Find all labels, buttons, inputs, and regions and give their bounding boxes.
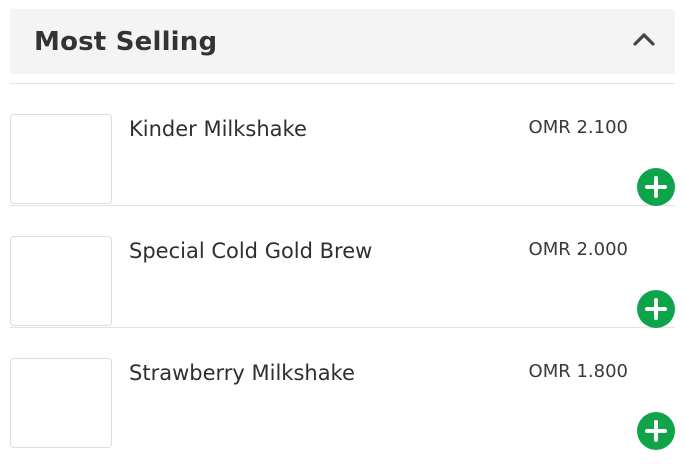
product-image[interactable] bbox=[10, 358, 112, 448]
product-name[interactable]: Kinder Milkshake bbox=[129, 115, 307, 143]
plus-icon bbox=[645, 298, 667, 320]
most-selling-section: Most Selling Kinder Milkshake OMR 2.100 … bbox=[0, 0, 685, 470]
product-price: OMR 2.000 bbox=[528, 239, 628, 260]
plus-icon bbox=[645, 420, 667, 442]
section-header[interactable]: Most Selling bbox=[10, 9, 675, 74]
product-list: Kinder Milkshake OMR 2.100 Special Cold … bbox=[10, 84, 675, 450]
plus-icon bbox=[645, 176, 667, 198]
product-name[interactable]: Special Cold Gold Brew bbox=[129, 237, 372, 265]
product-image[interactable] bbox=[10, 236, 112, 326]
product-row[interactable]: Strawberry Milkshake OMR 1.800 bbox=[10, 328, 675, 450]
product-price: OMR 1.800 bbox=[528, 361, 628, 382]
section-title: Most Selling bbox=[34, 27, 218, 57]
product-name[interactable]: Strawberry Milkshake bbox=[129, 359, 355, 387]
product-price: OMR 2.100 bbox=[528, 117, 628, 138]
add-to-cart-button[interactable] bbox=[637, 412, 675, 450]
add-to-cart-button[interactable] bbox=[637, 290, 675, 328]
product-row[interactable]: Kinder Milkshake OMR 2.100 bbox=[10, 84, 675, 206]
add-to-cart-button[interactable] bbox=[637, 168, 675, 206]
product-image[interactable] bbox=[10, 114, 112, 204]
product-row[interactable]: Special Cold Gold Brew OMR 2.000 bbox=[10, 206, 675, 328]
chevron-up-icon[interactable] bbox=[631, 27, 657, 53]
